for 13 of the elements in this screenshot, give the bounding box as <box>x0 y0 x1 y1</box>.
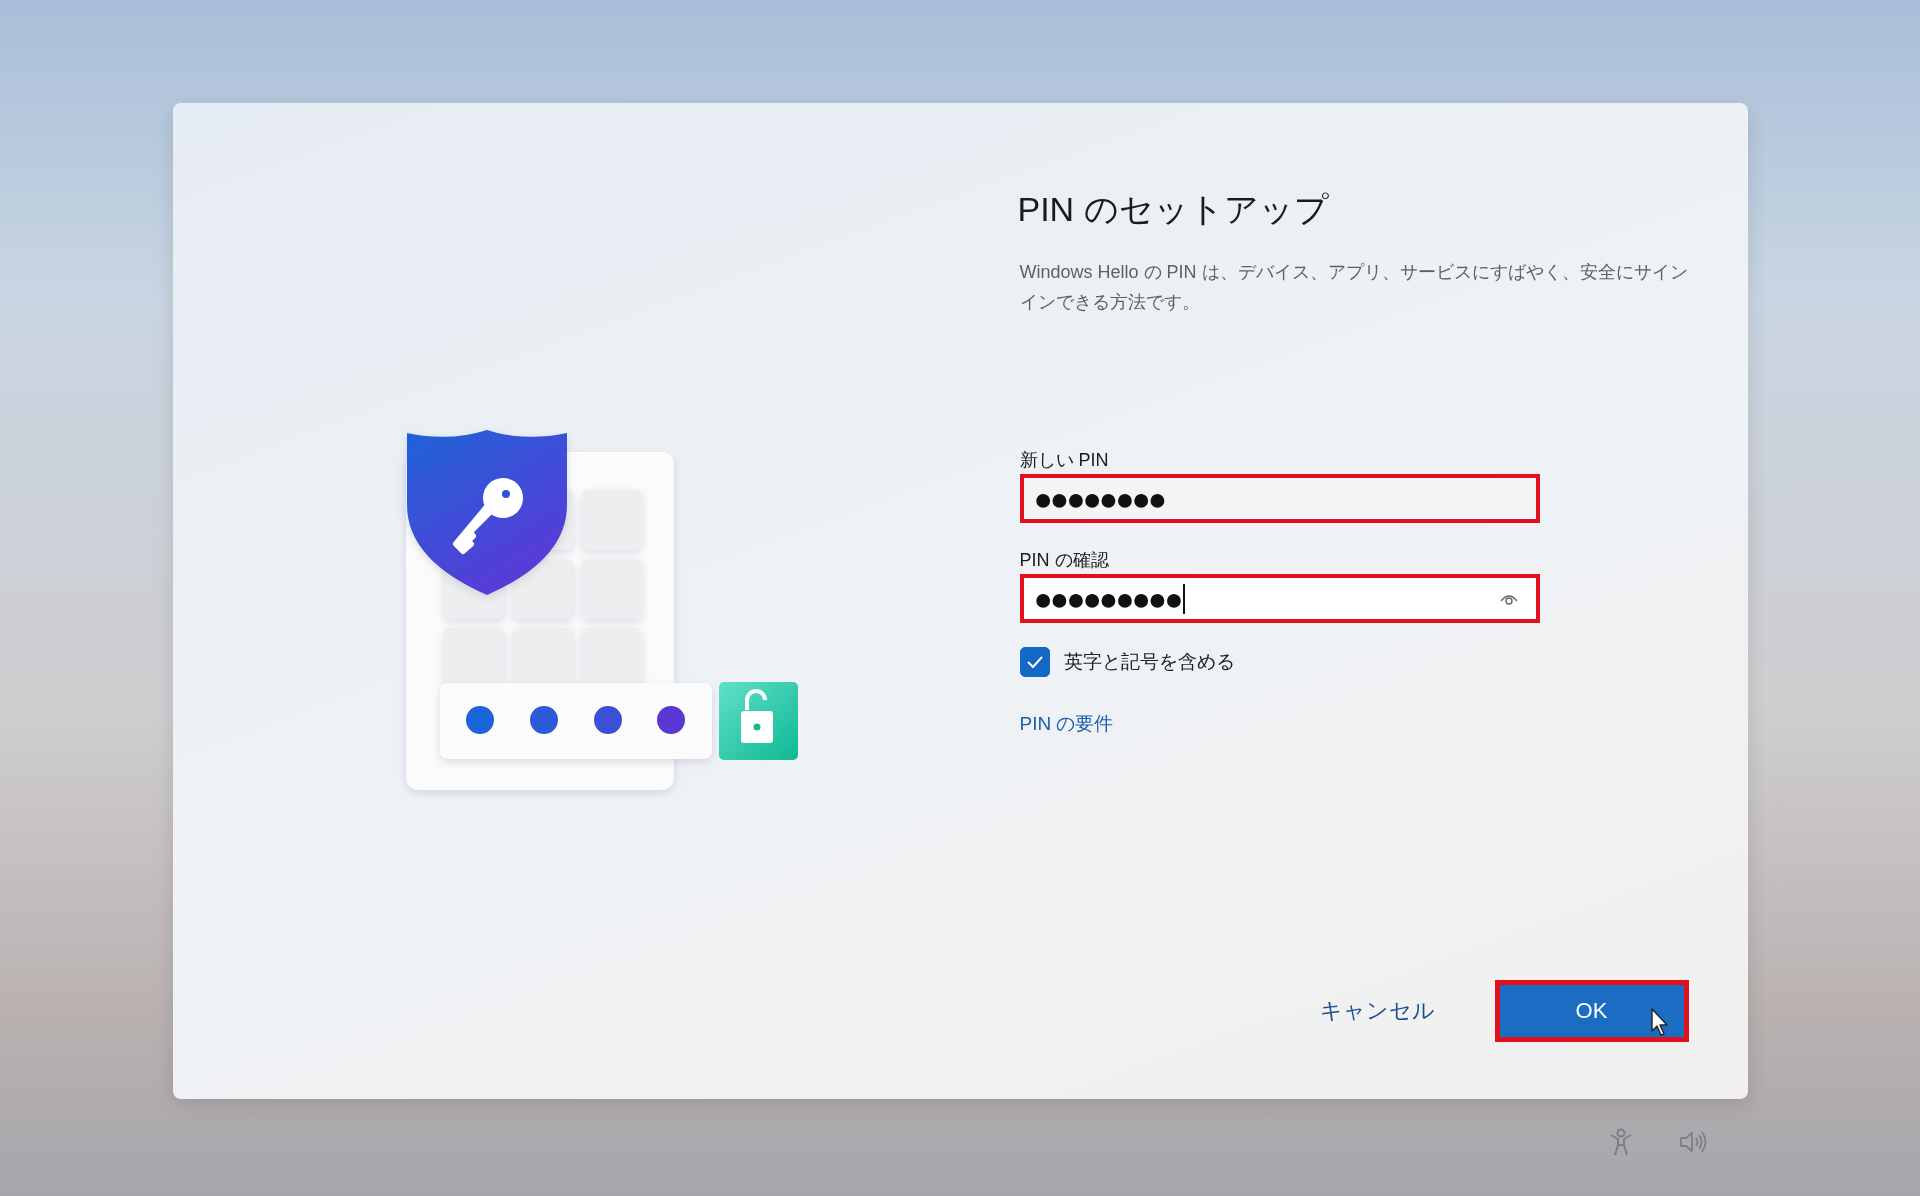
checkbox-label: 英字と記号を含める <box>1063 650 1235 674</box>
field-label: PIN の確認 <box>1019 549 1110 571</box>
checkmark-icon <box>1025 655 1044 669</box>
cancel-button[interactable]: キャンセル <box>1315 990 1439 1032</box>
pin-field[interactable]: ●●●●●●●● <box>1019 474 1540 523</box>
pin-requirements-link[interactable]: PIN の要件 <box>1019 711 1114 737</box>
pin-field[interactable]: ●●●●●●●●● <box>1019 574 1540 623</box>
checkbox[interactable] <box>1019 647 1050 677</box>
mouse-pointer-icon <box>1649 1007 1670 1037</box>
dialog-title: PIN のセットアップ <box>1017 189 1330 230</box>
field-label: 新しい PIN <box>1019 449 1110 471</box>
ok-button[interactable]: OK <box>1494 980 1689 1042</box>
description-text: Windows Hello の PIN は、デバイス、アプリ、サービスにすばやく、安全にサインインできる方法です。 <box>1019 261 1689 314</box>
